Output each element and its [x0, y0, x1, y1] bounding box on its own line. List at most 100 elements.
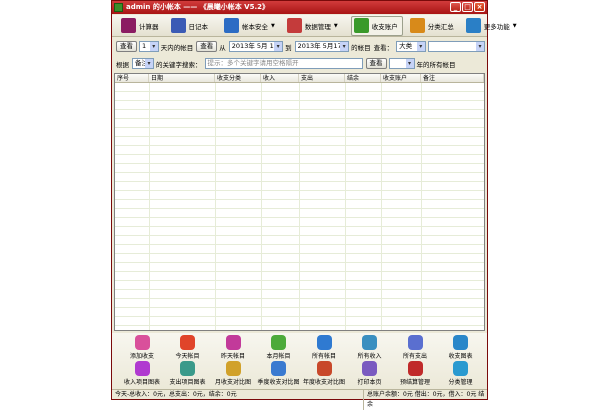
quick-action-label: 收入项目图表	[123, 379, 160, 386]
title-bar[interactable]: admin 的小帐本 —— 《晨曦小帐本 V5.2》 _ □ ×	[112, 1, 487, 14]
quick-action-button[interactable]: 本月帐目	[257, 335, 301, 360]
dropdown-arrow-icon[interactable]: ▼	[271, 23, 275, 29]
table-header: 序号 日期 收支分类 收入 支出 结余 收支账户 备注	[115, 74, 484, 83]
quick-action-label: 添加收支	[129, 353, 154, 360]
search-field-select[interactable]: 备注	[132, 58, 154, 69]
quick-action-button[interactable]: 所有支出	[393, 335, 437, 360]
toolbar-button-3[interactable]: 数据管理 ▼	[284, 16, 343, 36]
quick-action-label: 季度收支对比图	[257, 379, 300, 386]
calculator-icon	[121, 18, 136, 33]
toolbar-button-label: 日记本	[188, 22, 209, 31]
diary-icon	[170, 18, 186, 33]
column-header[interactable]: 收支分类	[215, 74, 261, 82]
data-icon	[286, 18, 302, 33]
account-summary: 总账户余额：0元 借出：0元，借入：0元 结余	[363, 390, 487, 410]
today-icon	[180, 335, 195, 350]
column-header[interactable]: 序号	[115, 74, 149, 82]
quick-action-button[interactable]: 所有帐目	[302, 335, 346, 360]
column-header[interactable]: 备注	[421, 74, 484, 82]
year-suffix-label: 年的所有帐目	[416, 60, 456, 69]
quick-action-label: 所有支出	[402, 353, 427, 360]
days-select[interactable]: 1	[139, 41, 159, 52]
summary-icon	[409, 18, 425, 33]
all-income-icon	[362, 335, 377, 350]
keyword-search-input[interactable]: 提示：多个关键字请用空格隔开	[204, 58, 363, 69]
toolbar-button-label: 帐本安全	[242, 22, 268, 31]
expense-chart-icon	[180, 361, 195, 376]
category-icon	[453, 361, 468, 376]
end-date-picker[interactable]: 2013年 5月17日	[294, 41, 350, 52]
more-icon	[465, 18, 481, 33]
app-icon	[114, 3, 123, 12]
toolbar-button-4[interactable]: 收支账户	[350, 15, 403, 36]
quick-action-button[interactable]: 年度收支对比图	[302, 361, 346, 386]
column-divider	[215, 83, 216, 330]
dropdown-arrow-icon[interactable]: ▼	[513, 23, 517, 29]
all-records-icon	[316, 335, 332, 350]
today-summary: 今天-总收入：0元，总支出：0元，结余：0元	[115, 391, 237, 398]
window-title: admin 的小帐本 —— 《晨曦小帐本 V5.2》	[126, 3, 269, 11]
view-days-button[interactable]: 查看	[116, 41, 137, 52]
quick-action-button[interactable]: 预结算管理	[393, 361, 437, 386]
quick-action-label: 打印本页	[357, 379, 382, 386]
status-bar: 今天-总收入：0元，总支出：0元，结余：0元 总账户余额：0元 借出：0元，借入…	[112, 389, 487, 410]
settle-icon	[407, 361, 423, 376]
quick-action-label: 收支图表	[448, 353, 473, 360]
chart-icon	[453, 335, 468, 350]
column-divider	[381, 83, 382, 330]
days-suffix-label: 天内的帐目	[160, 43, 194, 52]
search-button[interactable]: 查看	[365, 58, 387, 69]
keyword-label: 的关键字搜索：	[156, 60, 202, 69]
quick-actions-row-1: 添加收支 今天帐目 昨天帐目 本月帐目 所有帐目 所有收入 所有支出 收支图表	[112, 335, 487, 361]
quick-action-button[interactable]: 季度收支对比图	[257, 361, 301, 386]
subcategory-select[interactable]	[427, 41, 485, 52]
toolbar-button-5[interactable]: 分类汇总	[407, 16, 459, 36]
main-toolbar: 计算器 日记本 帐本安全 ▼ 数据管理 ▼ 收支账户 分类汇总 更多功能 ▼	[112, 15, 517, 37]
quick-actions-row-2: 收入项目图表 支出项目图表 月收支对比图 季度收支对比图 年度收支对比图 打印本页 预结算管…	[112, 361, 487, 387]
records-table[interactable]: 序号 日期 收支分类 收入 支出 结余 收支账户 备注	[114, 73, 485, 331]
quick-actions-panel: 添加收支 今天帐目 昨天帐目 本月帐目 所有帐目 所有收入 所有支出 收支图表 收入项目图表 支…	[112, 333, 487, 389]
toolbar-button-6[interactable]: 更多功能 ▼	[463, 16, 522, 36]
view-range-button[interactable]: 查看	[196, 41, 218, 52]
app-window: admin 的小帐本 —— 《晨曦小帐本 V5.2》 _ □ × 计算器 日记本 帐…	[111, 0, 517, 410]
quick-action-button[interactable]: 月收支对比图	[211, 361, 255, 386]
by-label: 根据	[116, 60, 129, 69]
toolbar-button-0[interactable]: 计算器	[118, 16, 164, 36]
toolbar-button-label: 计算器	[139, 22, 159, 31]
start-date-picker[interactable]: 2013年 5月 1日	[228, 41, 284, 52]
range-suffix-label: 的帐目	[351, 43, 371, 52]
column-divider	[299, 83, 300, 330]
print-icon	[362, 361, 377, 376]
yearly-compare-icon	[316, 361, 332, 376]
column-divider	[421, 83, 422, 330]
quick-action-label: 预结算管理	[399, 379, 430, 386]
category-type-select[interactable]: 大类	[396, 41, 426, 52]
maximize-button[interactable]: □	[462, 2, 473, 12]
column-header[interactable]: 收支账户	[381, 74, 421, 82]
column-divider	[345, 83, 346, 330]
minimize-button[interactable]: _	[450, 2, 461, 12]
quick-action-label: 分类管理	[448, 379, 473, 386]
quick-action-button[interactable]: 分类管理	[439, 361, 483, 386]
quick-action-button[interactable]: 添加收支	[120, 335, 164, 360]
monthly-compare-icon	[225, 361, 241, 376]
to-label: 到	[285, 43, 292, 52]
toolbar-button-1[interactable]: 日记本	[168, 16, 214, 36]
column-header[interactable]: 收入	[261, 74, 299, 82]
from-label: 从	[219, 43, 226, 52]
quick-action-button[interactable]: 昨天帐目	[211, 335, 255, 360]
toolbar-button-2[interactable]: 帐本安全 ▼	[221, 16, 280, 36]
column-header[interactable]: 支出	[299, 74, 345, 82]
quick-action-button[interactable]: 支出项目图表	[166, 361, 210, 386]
column-divider	[261, 83, 262, 330]
column-header[interactable]: 日期	[149, 74, 215, 82]
quick-action-button[interactable]: 所有收入	[348, 335, 392, 360]
dropdown-arrow-icon[interactable]: ▼	[334, 23, 338, 29]
close-button[interactable]: ×	[474, 2, 485, 12]
quick-action-button[interactable]: 收支图表	[439, 335, 483, 360]
quick-action-button[interactable]: 收入项目图表	[120, 361, 164, 386]
quick-action-button[interactable]: 今天帐目	[166, 335, 210, 360]
year-select[interactable]	[388, 58, 415, 69]
column-header[interactable]: 结余	[345, 74, 381, 82]
quick-action-button[interactable]: 打印本页	[348, 361, 392, 386]
